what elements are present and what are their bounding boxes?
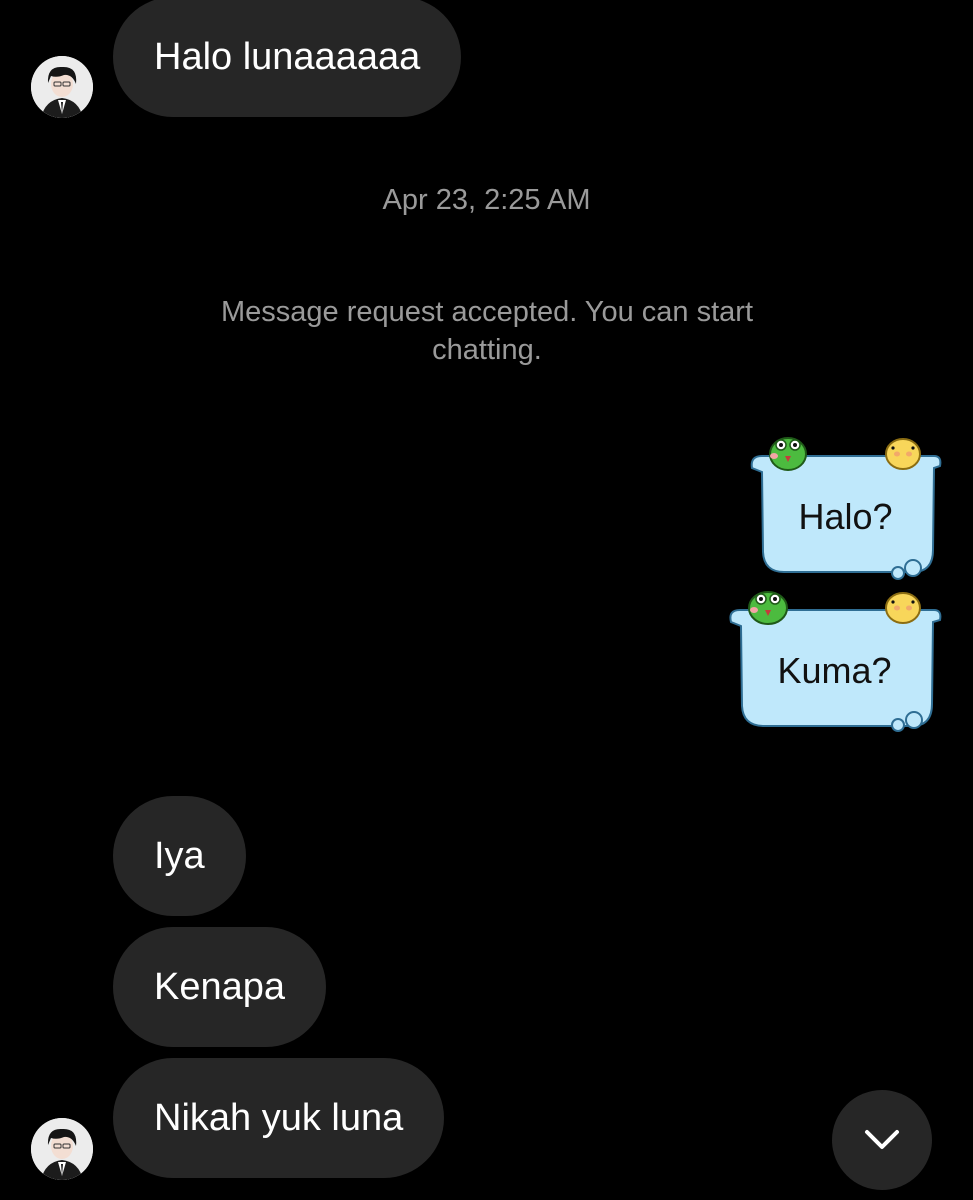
chat-thread: Halo lunaaaaaa Apr 23, 2:25 AM Message r… (0, 0, 973, 1200)
message-sticker-bubble[interactable]: Halo? (748, 432, 943, 582)
avatar-image (31, 56, 93, 118)
sender-avatar[interactable] (31, 56, 93, 118)
thread-timestamp: Apr 23, 2:25 AM (382, 184, 591, 216)
chevron-down-icon (865, 1130, 899, 1149)
message-text: Nikah yuk luna (154, 1096, 404, 1139)
message-bubble-incoming[interactable]: Kenapa (113, 927, 327, 1047)
message-sticker-bubble[interactable]: Kuma? (726, 586, 943, 736)
message-text: Kenapa (154, 965, 286, 1008)
scroll-to-bottom-button[interactable] (832, 1090, 932, 1190)
message-bubble-incoming[interactable]: Nikah yuk luna (113, 1058, 445, 1178)
message-bubble-incoming[interactable]: Iya (113, 796, 246, 916)
avatar-image (31, 1118, 93, 1180)
message-text: Halo lunaaaaaa (154, 35, 421, 78)
message-text: Halo? (798, 496, 893, 537)
message-text: Iya (154, 834, 205, 877)
sender-avatar[interactable] (31, 1118, 93, 1180)
message-text: Kuma? (777, 650, 892, 691)
system-note: Message request accepted. You can start … (220, 296, 753, 366)
message-bubble-incoming[interactable]: Halo lunaaaaaa (113, 0, 462, 117)
